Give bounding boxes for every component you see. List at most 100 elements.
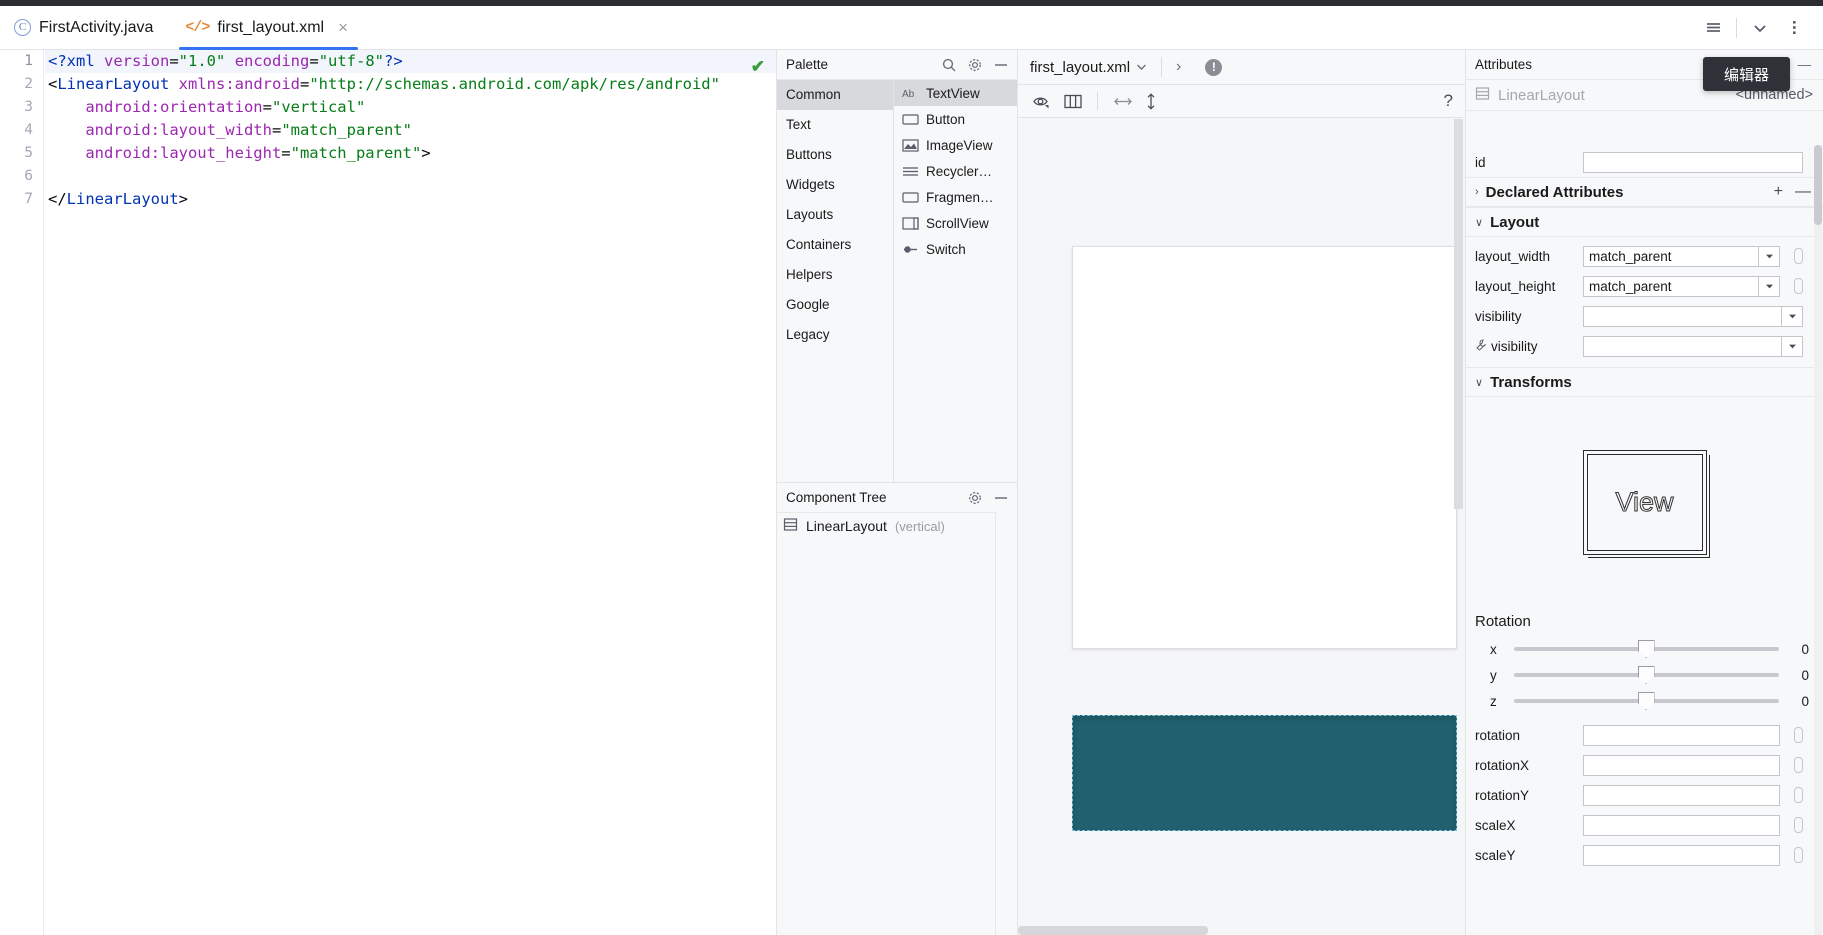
section-transforms[interactable]: ∨ Transforms [1466, 367, 1823, 397]
palette-category-list[interactable]: Common Text Buttons Widgets Layouts Container… [777, 80, 894, 482]
palette-category-widgets[interactable]: Widgets [777, 170, 893, 200]
code-line[interactable]: <LinearLayout xmlns:android="http://sche… [45, 73, 777, 96]
layout_width-field[interactable]: match_parent [1583, 245, 1780, 267]
slider-thumb[interactable] [1637, 666, 1655, 684]
palette-item-textview[interactable]: Ab TextView [894, 80, 1017, 106]
device-preview-screen[interactable] [1072, 246, 1457, 649]
code-line[interactable]: </LinearLayout> [45, 188, 777, 211]
slider-track[interactable] [1514, 692, 1779, 710]
palette-item-scrollview[interactable]: ScrollView [894, 210, 1017, 236]
next-file-icon[interactable]: › [1176, 58, 1181, 76]
palette-item-fragmen[interactable]: Fragmen… [894, 184, 1017, 210]
rotation-slider-x[interactable]: x0 [1466, 636, 1823, 662]
canvas-vertical-scrollbar[interactable] [1454, 119, 1463, 509]
canvas-horizontal-scrollbar[interactable] [1018, 926, 1208, 935]
slider-thumb[interactable] [1637, 640, 1655, 658]
code-line[interactable]: android:orientation="vertical" [45, 96, 777, 119]
slider-thumb[interactable] [1637, 692, 1655, 710]
component-tree-scroll-edge[interactable] [995, 512, 1017, 935]
issues-badge-icon[interactable]: ! [1205, 58, 1223, 76]
gear-icon[interactable] [967, 490, 983, 506]
minimize-icon[interactable] [993, 490, 1009, 506]
more-options-icon[interactable] [1779, 13, 1809, 43]
search-icon[interactable] [941, 57, 957, 73]
component-tree-body[interactable]: LinearLayout (vertical) [777, 512, 1017, 935]
view-preview-box[interactable]: View [1582, 449, 1707, 555]
minimize-icon[interactable]: — [1798, 57, 1812, 72]
chevron-down-icon[interactable] [1758, 245, 1780, 267]
blueprint-preview-screen[interactable] [1072, 715, 1457, 831]
palette-category-google[interactable]: Google [777, 290, 893, 320]
transform-preview[interactable]: View [1466, 397, 1823, 607]
design-canvas[interactable] [1018, 119, 1465, 935]
rotation-field[interactable] [1583, 724, 1780, 746]
attribute-resource-picker[interactable] [1794, 787, 1803, 803]
horizontal-resize-icon[interactable] [1112, 94, 1134, 109]
attribute-resource-picker[interactable] [1794, 727, 1803, 743]
id-field[interactable] [1583, 151, 1803, 173]
design-header-divider [1161, 57, 1163, 77]
palette-category-helpers[interactable]: Helpers [777, 260, 893, 290]
visibility-field[interactable] [1583, 305, 1803, 327]
palette-item-label: Switch [926, 241, 966, 257]
attribute-resource-picker[interactable] [1794, 757, 1803, 773]
palette-category-text[interactable]: Text [777, 110, 893, 140]
rotation-slider-z[interactable]: z0 [1466, 688, 1823, 714]
code-content[interactable]: <?xml version="1.0" encoding="utf-8"?> <L… [45, 50, 777, 935]
attribute-resource-picker[interactable] [1794, 847, 1803, 863]
rotation-slider-y[interactable]: y0 [1466, 662, 1823, 688]
design-mode-icon[interactable] [1032, 93, 1053, 110]
tree-node-linearlayout[interactable]: LinearLayout (vertical) [777, 513, 1017, 539]
attributes-scrollbar-track[interactable] [1814, 145, 1822, 935]
layout-columns-icon[interactable] [1063, 93, 1083, 110]
list-view-icon[interactable] [1698, 13, 1728, 43]
slider-track[interactable] [1514, 640, 1779, 658]
close-icon[interactable]: × [338, 19, 348, 36]
code-line[interactable] [45, 165, 777, 188]
vertical-resize-icon[interactable] [1144, 92, 1158, 111]
scaleX-field[interactable] [1583, 814, 1780, 836]
palette-category-legacy[interactable]: Legacy [777, 320, 893, 350]
inspection-ok-icon[interactable]: ✔ [751, 57, 765, 77]
palette-category-common[interactable]: Common [777, 80, 893, 110]
layout_height-field[interactable]: match_parent [1583, 275, 1780, 297]
palette-category-containers[interactable]: Containers [777, 230, 893, 260]
attributes-scrollbar-thumb[interactable] [1814, 145, 1822, 225]
chevron-down-icon[interactable] [1781, 335, 1803, 357]
slider-track[interactable] [1514, 666, 1779, 684]
tab-first-activity-java[interactable]: C FirstActivity.java [0, 6, 171, 49]
scaleY-field[interactable] [1583, 844, 1780, 866]
palette-item-list[interactable]: Ab TextView Button ImageView Recycler… Fragme… [894, 80, 1017, 482]
chevron-down-icon[interactable] [1758, 275, 1780, 297]
design-file-selector[interactable]: first_layout.xml [1030, 59, 1147, 76]
palette-item-recycler[interactable]: Recycler… [894, 158, 1017, 184]
attribute-resource-picker[interactable] [1794, 278, 1803, 294]
attributes-body[interactable]: id › Declared Attributes + — ∨ Layout la… [1466, 143, 1823, 935]
section-title: Layout [1490, 213, 1540, 231]
remove-attribute-button[interactable]: — [1795, 183, 1811, 201]
section-declared-attributes[interactable]: › Declared Attributes + — [1466, 177, 1823, 207]
section-layout[interactable]: ∨ Layout [1466, 207, 1823, 237]
palette-category-buttons[interactable]: Buttons [777, 140, 893, 170]
attribute-resource-picker[interactable] [1794, 817, 1803, 833]
tab-first-layout-xml[interactable]: </> first_layout.xml × [171, 6, 366, 50]
visibility-field[interactable] [1583, 335, 1803, 357]
minimize-icon[interactable] [993, 57, 1009, 73]
code-editor[interactable]: 1 2 3 4 5 6 7 <?xml version="1.0" encodi… [0, 50, 777, 935]
code-line[interactable]: android:layout_width="match_parent" [45, 119, 777, 142]
palette-item-switch[interactable]: Switch [894, 236, 1017, 262]
palette-category-layouts[interactable]: Layouts [777, 200, 893, 230]
gear-icon[interactable] [967, 57, 983, 73]
rotationX-field[interactable] [1583, 754, 1780, 776]
rotationY-field[interactable] [1583, 784, 1780, 806]
code-token: xmlns:android [178, 75, 300, 93]
help-icon[interactable]: ? [1444, 91, 1453, 111]
chevron-down-icon[interactable] [1745, 13, 1775, 43]
add-attribute-button[interactable]: + [1774, 183, 1783, 201]
code-line[interactable]: <?xml version="1.0" encoding="utf-8"?> [45, 50, 777, 73]
code-line[interactable]: android:layout_height="match_parent"> [45, 142, 777, 165]
chevron-down-icon[interactable] [1781, 305, 1803, 327]
attribute-resource-picker[interactable] [1794, 248, 1803, 264]
palette-item-imageview[interactable]: ImageView [894, 132, 1017, 158]
palette-item-button[interactable]: Button [894, 106, 1017, 132]
